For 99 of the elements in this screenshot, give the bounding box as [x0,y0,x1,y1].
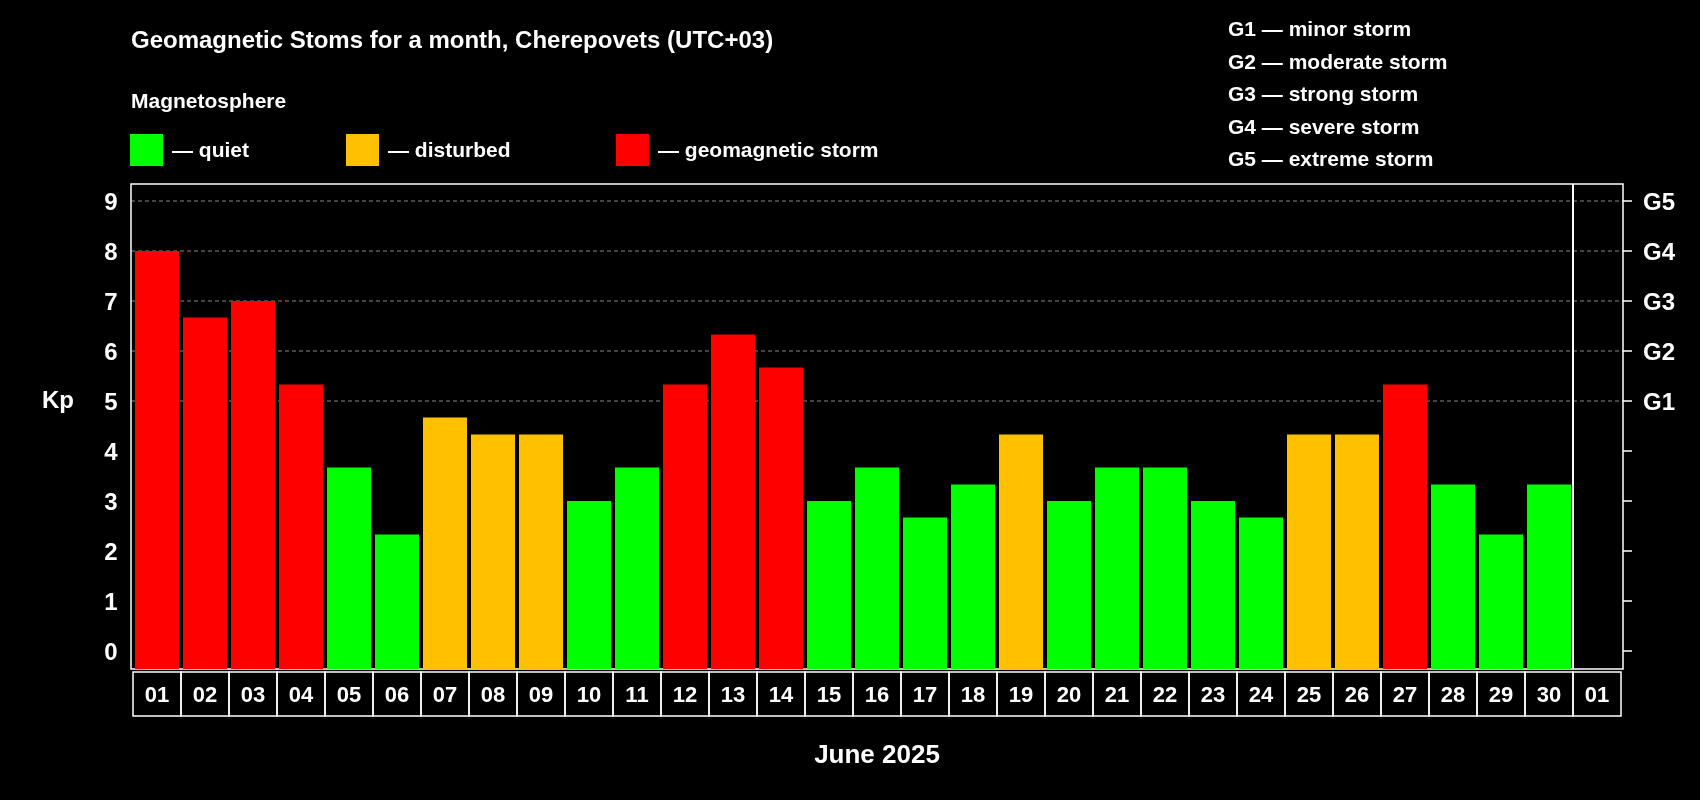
date-cell [180,671,230,717]
date-cell [1332,671,1382,717]
scale-description: G2 — moderate storm [1228,49,1448,73]
x-tick-label: 07 [432,682,458,707]
y-tick-label: 7 [104,288,118,315]
y-tick-label: 4 [104,438,118,465]
x-tick-label: 01 [1584,682,1610,707]
x-tick-label: 01 [144,682,170,707]
scale-description: G3 — strong storm [1228,82,1419,105]
date-cell [1044,671,1094,717]
y-tick-label: 9 [104,188,118,215]
date-cell [756,671,806,717]
x-tick-label: 02 [192,682,218,707]
date-cell [1092,671,1142,717]
date-cell [372,671,422,717]
date-cell [132,671,182,717]
date-cell [420,671,470,717]
tick-mark [1622,450,1633,452]
tick-mark [1622,400,1633,402]
date-cell [660,671,710,717]
date-cell [708,671,758,717]
storm-level-label: G2 [1643,338,1675,365]
x-tick-label: 11 [625,682,649,707]
legend-label: — quiet [172,138,249,161]
x-tick-label: 14 [768,682,794,707]
y-tick-label: 6 [104,338,118,365]
storm-level-label: G3 [1643,288,1675,315]
legend-title: Magnetosphere [131,89,287,112]
date-cell [948,671,998,717]
scale-description: G5 — extreme storm [1228,147,1434,170]
date-cell [1236,671,1286,717]
date-cell [1428,671,1478,717]
date-cell [1572,671,1622,717]
date-cell [804,671,854,717]
date-cell [1140,671,1190,717]
storm-level-label: G5 [1643,188,1675,215]
x-tick-label: 20 [1056,682,1082,707]
x-tick-label: 19 [1008,682,1034,707]
x-tick-label: 08 [480,682,506,707]
x-tick-label: 22 [1152,682,1178,707]
y-tick-label: 8 [104,238,118,265]
tick-mark [1622,250,1633,252]
x-tick-label: 28 [1440,682,1466,707]
x-tick-label: 15 [816,682,842,707]
y-tick-label: 0 [104,638,118,665]
x-tick-label: 06 [384,682,410,707]
x-tick-label: 29 [1488,682,1514,707]
storm-level-label: G4 [1643,238,1675,265]
x-tick-label: 27 [1392,682,1418,707]
date-cell [228,671,278,717]
x-tick-label: 30 [1536,682,1562,707]
date-cell [324,671,374,717]
date-cell [852,671,902,717]
x-axis-label: June 2025 [814,739,940,769]
date-cell [276,671,326,717]
legend-label: — disturbed [388,138,511,161]
x-tick-label: 17 [912,682,938,707]
x-tick-label: 24 [1248,682,1274,707]
x-tick-label: 18 [960,682,986,707]
x-tick-label: 26 [1344,682,1370,707]
date-cell [564,671,614,717]
tick-mark [1622,500,1633,502]
y-tick-label: 5 [104,388,118,415]
tick-mark [1622,550,1633,552]
y-tick-label: 2 [104,538,118,565]
x-tick-label: 04 [288,682,314,707]
date-cell [996,671,1046,717]
tick-mark [1622,650,1633,652]
storm-level-label: G1 [1643,388,1675,415]
x-tick-label: 23 [1200,682,1226,707]
x-tick-label: 10 [576,682,602,707]
y-axis-label: Kp [42,386,74,413]
x-tick-label: 21 [1104,682,1130,707]
date-cell [516,671,566,717]
scale-description: G1 — minor storm [1228,17,1412,40]
x-tick-label: 25 [1296,682,1322,707]
date-cell [1476,671,1526,717]
legend-label: — geomagnetic storm [658,138,879,161]
date-cell [900,671,950,717]
x-tick-label: 03 [240,682,266,707]
date-cell [1524,671,1574,717]
y-tick-label: 1 [104,588,118,615]
chart-title: Geomagnetic Stoms for a month, Cherepovets (UTC+03) [131,26,774,53]
y-tick-label: 3 [104,488,118,515]
x-tick-label: 05 [336,682,362,707]
date-cell [1380,671,1430,717]
date-cell [612,671,662,717]
scale-description: G4 — severe storm [1228,114,1420,138]
date-cell [468,671,518,717]
tick-mark [1622,300,1633,302]
x-tick-label: 12 [672,682,698,707]
date-cell [1188,671,1238,717]
x-tick-label: 16 [864,682,890,707]
tick-mark [1622,350,1633,352]
tick-mark [1622,600,1633,602]
date-cell [1284,671,1334,717]
x-tick-label: 13 [720,682,746,707]
tick-mark [1622,200,1633,202]
x-tick-label: 09 [528,682,554,707]
